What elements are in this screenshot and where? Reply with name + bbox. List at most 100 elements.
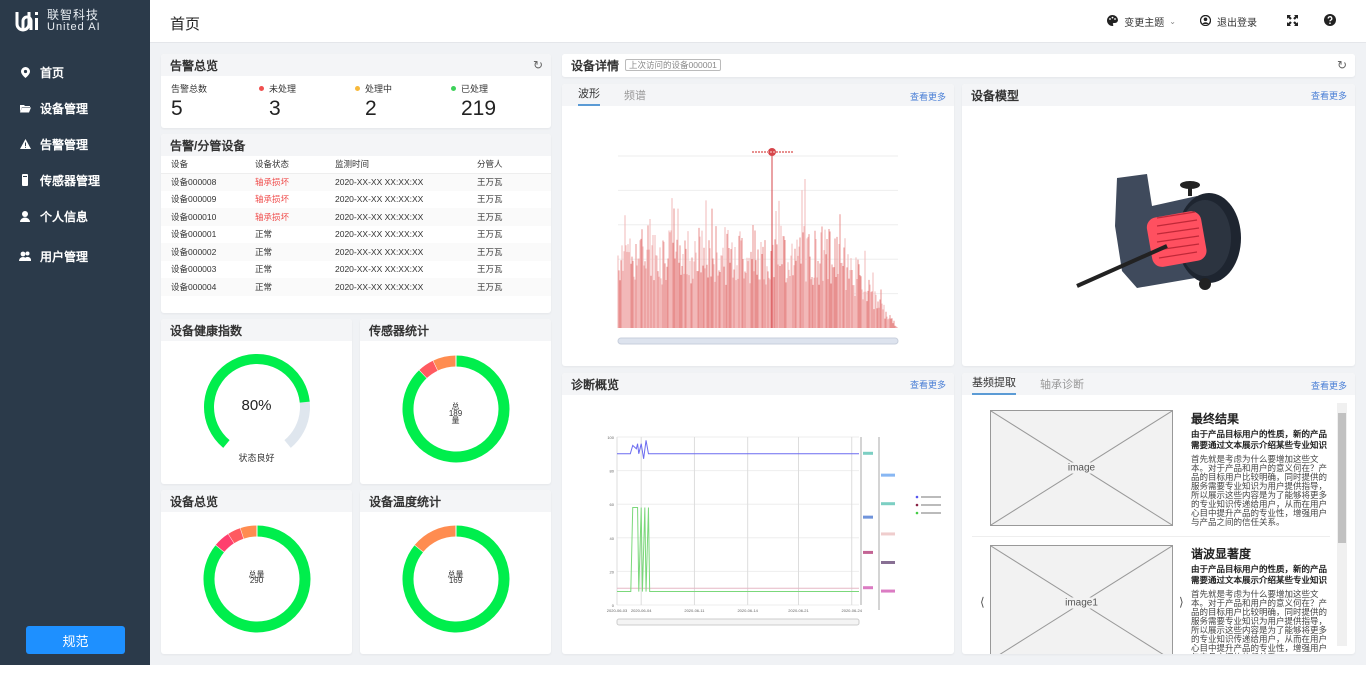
cell-status: 正常	[255, 229, 273, 240]
table-row[interactable]: 设备000003 正常 2020-XX-XX XX:XX:XX 王万瓦	[161, 261, 551, 279]
motor-3d-model[interactable]	[962, 106, 1355, 366]
user-icon	[18, 210, 32, 222]
axis-annotation	[863, 451, 873, 455]
refresh-icon[interactable]: ↻	[533, 58, 543, 72]
sidebar-item-alarm-management[interactable]: 告警管理	[0, 126, 150, 162]
axis-annotation	[863, 550, 873, 554]
y-tick-label: 100	[607, 435, 614, 440]
donut-center-label: 总量 290	[248, 570, 265, 585]
cell-time: 2020-XX-XX XX:XX:XX	[325, 173, 467, 191]
sidebar-item-sensor-management[interactable]: 传感器管理	[0, 162, 150, 198]
view-more-link[interactable]: 查看更多	[910, 378, 946, 391]
device-detail-header: 设备详情 上次访问的设备000001 ↻	[562, 54, 1355, 77]
sidebar-item-device-management[interactable]: 设备管理	[0, 90, 150, 126]
sidebar-item-personal-info[interactable]: 个人信息	[0, 198, 150, 234]
cell-owner: 王万瓦	[467, 278, 551, 296]
x-tick-label: 2020-06-04	[631, 608, 652, 613]
health-value: 80%	[241, 397, 272, 414]
cell-owner: 王万瓦	[477, 264, 503, 275]
folder-icon	[18, 104, 32, 113]
axis-annotation	[863, 586, 873, 590]
temperature-stats-card: 设备温度统计 总量 169	[360, 490, 551, 654]
y-tick-label: 40	[610, 536, 615, 541]
cell-time: 2020-XX-XX XX:XX:XX	[335, 229, 424, 240]
cell-status: 轴承损坏	[255, 194, 290, 205]
card-title: 告警总览	[170, 58, 219, 73]
series-blue-line	[617, 440, 859, 459]
main-content: 告警总览 ↻ 告警总数 5 未处理 3 处理中 2 已处理 219 告警/分管设…	[150, 43, 1366, 665]
health-index-card: 设备健康指数 80% 状态良好	[161, 319, 352, 484]
sidebar-item-label: 设备管理	[40, 101, 89, 116]
y-tick-label: 20	[610, 569, 615, 574]
spec-button[interactable]: 规范	[26, 626, 125, 654]
change-theme-dropdown[interactable]: 变更主题 ⌄	[1107, 14, 1176, 29]
divider	[972, 536, 1330, 537]
legend-label	[921, 496, 941, 498]
x-tick-label: 2020-06-11	[684, 608, 705, 613]
data-zoom-slider	[617, 337, 899, 345]
axis-annotation	[881, 589, 895, 593]
tab-waveform[interactable]: 波形	[578, 85, 600, 106]
map-marker-icon	[18, 66, 32, 78]
cell-device: 设备000008	[161, 173, 245, 191]
x-tick-label: 2020-06-03	[607, 608, 628, 613]
donut-segment	[433, 355, 457, 371]
card-title: 设备详情	[571, 58, 620, 73]
chevron-right-icon[interactable]: ⟩	[1179, 595, 1184, 609]
health-status: 状态良好	[238, 453, 275, 463]
refresh-icon[interactable]: ↻	[1337, 58, 1347, 72]
cell-owner: 王万瓦	[477, 229, 503, 240]
donut-segment	[215, 533, 235, 553]
axis-annotation	[881, 532, 895, 536]
legend-marker	[915, 495, 919, 499]
cell-time: 2020-XX-XX XX:XX:XX	[325, 278, 467, 296]
device-model-card: 设备模型 查看更多	[962, 84, 1355, 366]
sidebar-item-user-management[interactable]: 用户管理	[0, 238, 150, 274]
cell-owner: 王万瓦	[467, 173, 551, 191]
sidebar-nav: 首页 设备管理 告警管理 传感器管理 个人信息 用户管理	[0, 54, 150, 274]
feature-list: image 最终结果 由于产品目标用户的性质，新的产品需要通过文本展示介绍某些专…	[962, 395, 1355, 654]
users-icon	[18, 251, 32, 261]
scrollbar-thumb[interactable]	[1338, 413, 1346, 543]
tab-fundamental-frequency[interactable]: 基频提取	[972, 374, 1016, 395]
chevron-left-icon[interactable]: ⟨	[980, 595, 985, 609]
brand-cn: 联智科技	[47, 8, 100, 22]
sidebar-item-home[interactable]: 首页	[0, 54, 150, 90]
help-button[interactable]	[1324, 14, 1336, 29]
cell-device: 设备000009	[171, 194, 217, 205]
article-final-result: 最终结果 由于产品目标用户的性质，新的产品需要通过文本展示介绍某些专业知识 首先…	[1191, 412, 1328, 527]
tab-bearing-diagnosis[interactable]: 轴承诊断	[1040, 376, 1084, 395]
donut-center-label: 总量 169	[447, 570, 464, 585]
cell-status: 正常	[255, 264, 273, 275]
table-row[interactable]: 设备000009 轴承损坏 2020-XX-XX XX:XX:XX 王万瓦	[161, 191, 551, 209]
cell-device: 设备000003	[171, 264, 217, 275]
sidebar-item-label: 用户管理	[40, 249, 89, 264]
stat-processing: 处理中 2	[355, 82, 445, 121]
card-title: 设备总览	[170, 494, 219, 509]
table-row[interactable]: 设备000002 正常 2020-XX-XX XX:XX:XX 王万瓦	[161, 243, 551, 261]
fullscreen-button[interactable]	[1287, 14, 1298, 29]
donut-segment	[419, 360, 439, 379]
y-tick-label: 80	[610, 469, 615, 474]
table-row[interactable]: 设备000004 正常 2020-XX-XX XX:XX:XX 王万瓦	[161, 278, 551, 296]
logout-button[interactable]: 退出登录	[1199, 14, 1257, 29]
legend-marker	[915, 511, 919, 515]
vertical-scrollbar[interactable]	[1337, 403, 1347, 646]
feature-card: 基频提取 轴承诊断 查看更多 image 最终结果 由于产品目标用户的性质，新的…	[962, 373, 1355, 654]
view-more-link[interactable]: 查看更多	[1311, 379, 1347, 392]
cell-status: 正常	[245, 278, 325, 296]
view-more-link[interactable]: 查看更多	[910, 90, 946, 103]
legend-label	[921, 512, 941, 514]
view-more-link[interactable]: 查看更多	[1311, 89, 1347, 102]
tab-spectrum[interactable]: 频谱	[624, 87, 646, 106]
device-select-dropdown[interactable]: 上次访问的设备000001	[625, 59, 721, 71]
table-row[interactable]: 设备000008 轴承损坏 2020-XX-XX XX:XX:XX 王万瓦	[161, 173, 551, 191]
x-tick-label: 2020-06-14	[737, 608, 758, 613]
table-row[interactable]: 设备000010 轴承损坏 2020-XX-XX XX:XX:XX 王万瓦	[161, 208, 551, 226]
stat-total: 告警总数 5	[171, 84, 208, 120]
table-row[interactable]: 设备000001 正常 2020-XX-XX XX:XX:XX 王万瓦	[161, 226, 551, 244]
sidebar-item-label: 告警管理	[40, 137, 89, 152]
cell-status: 轴承损坏	[245, 173, 325, 191]
cell-time: 2020-XX-XX XX:XX:XX	[335, 264, 424, 275]
column-header: 设备状态	[245, 156, 325, 174]
